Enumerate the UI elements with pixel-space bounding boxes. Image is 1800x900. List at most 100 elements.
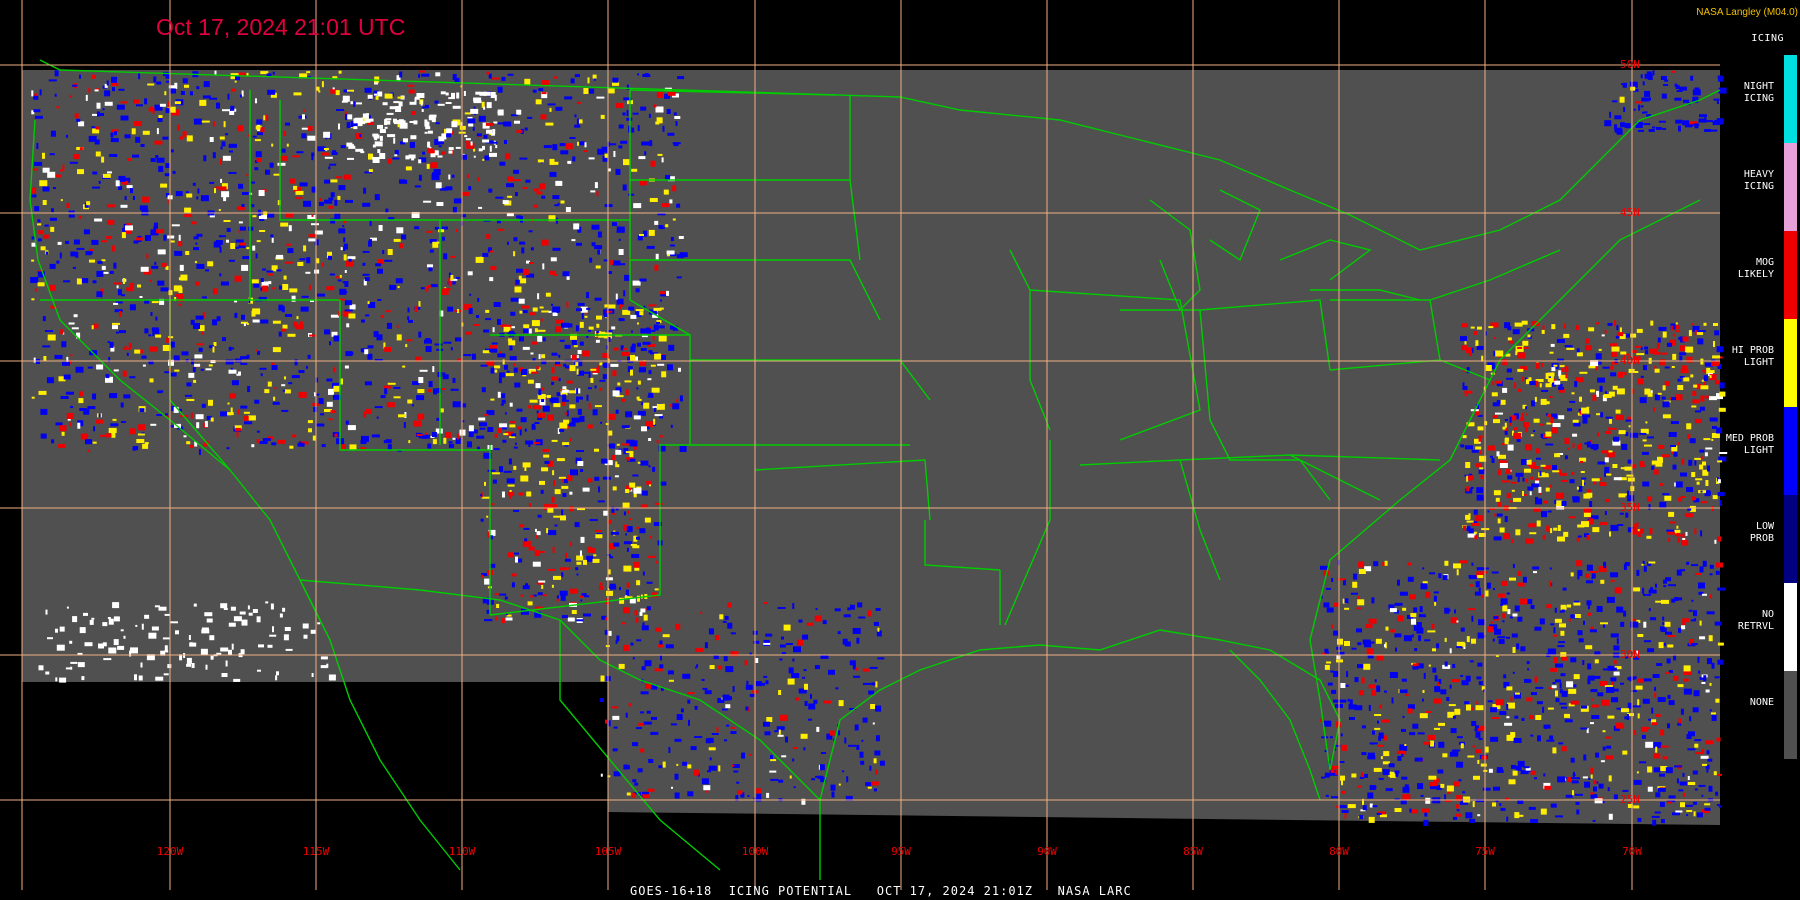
icing-cell [490,141,498,144]
icing-cell [462,191,469,196]
icing-cell [1688,423,1692,428]
icing-cell [857,602,863,608]
icing-cell [1462,385,1468,390]
icing-cell [576,396,584,400]
icing-cell [1586,600,1592,606]
icing-cell [623,541,632,545]
icing-cell [116,285,119,289]
icing-cell [113,369,119,372]
icing-cell [626,526,633,533]
icing-cell [326,401,333,407]
icing-cell [399,71,403,78]
icing-cell [81,676,85,681]
icing-cell [1425,797,1431,804]
icing-cell [749,693,755,697]
icing-cell [303,200,312,207]
icing-cell [1576,352,1583,357]
icing-cell [1427,630,1436,633]
icing-cell [513,169,520,174]
icing-cell [1675,330,1681,333]
icing-cell [676,763,679,766]
icing-cell [623,290,626,297]
icing-cell [1567,408,1573,412]
icing-cell [535,99,542,105]
icing-cell [1357,596,1360,599]
icing-cell [1668,537,1671,542]
icing-cell [1585,573,1589,578]
icing-cell [499,466,504,473]
icing-cell [1340,733,1343,737]
icing-cell [513,465,517,470]
icing-cell [1580,471,1585,473]
icing-cell [1633,108,1636,111]
icing-cell [228,259,235,262]
icing-cell [36,143,39,149]
icing-cell [1550,343,1555,347]
icing-cell [115,331,119,334]
icing-cell [46,224,49,227]
icing-cell [1694,418,1702,423]
icing-cell [60,396,69,399]
icing-cell [396,227,404,234]
icing-cell [1453,816,1458,820]
icing-cell [658,644,664,648]
icing-cell [94,139,100,145]
icing-cell [447,306,454,312]
icing-cell [514,120,520,124]
icing-cell [468,431,474,438]
icing-cell [535,528,537,532]
icing-cell [1577,444,1583,450]
icing-cell [200,648,208,655]
icing-cell [1331,796,1339,799]
icing-cell [641,490,648,496]
icing-cell [269,162,274,168]
icing-cell [1703,675,1707,682]
icing-cell [182,78,188,84]
icing-cell [651,716,657,720]
icing-cell [858,616,866,619]
icing-cell [1411,618,1416,625]
icing-cell [321,444,326,448]
longitude-label: 100W [741,845,769,858]
icing-cell [106,236,113,239]
icing-cell [1478,435,1482,442]
icing-cell [1586,564,1593,571]
icing-cell [574,114,577,118]
icing-cell [1549,567,1552,570]
icing-cell [1579,371,1588,374]
icing-cell [1641,734,1646,739]
icing-cell [657,153,663,156]
icing-cell [355,133,363,139]
icing-cell [557,202,560,205]
icing-cell [541,584,544,589]
icing-cell [284,376,286,380]
icing-cell [98,180,101,184]
icing-cell [1468,575,1472,579]
icing-cell [448,97,455,100]
icing-cell [1382,769,1390,776]
icing-cell [505,617,513,621]
icing-cell [66,413,74,419]
icing-cell [92,393,97,400]
icing-cell [45,671,50,675]
icing-cell [1537,735,1541,742]
icing-cell [345,199,353,203]
icing-cell [517,426,522,430]
icing-cell [1410,613,1417,618]
icing-cell [254,399,260,404]
icing-cell [491,342,498,345]
icing-cell [83,229,90,235]
icing-cell [877,657,885,660]
icing-cell [1454,708,1461,715]
icing-cell [283,634,289,641]
icing-cell [1359,815,1364,820]
icing-cell [227,402,230,405]
icing-cell [643,614,648,621]
icing-cell [1692,399,1700,404]
icing-cell [1466,704,1471,711]
icing-cell [654,407,656,412]
icing-cell [198,449,201,455]
icing-cell [541,195,546,199]
icing-cell [105,374,110,379]
icing-cell [603,259,608,262]
